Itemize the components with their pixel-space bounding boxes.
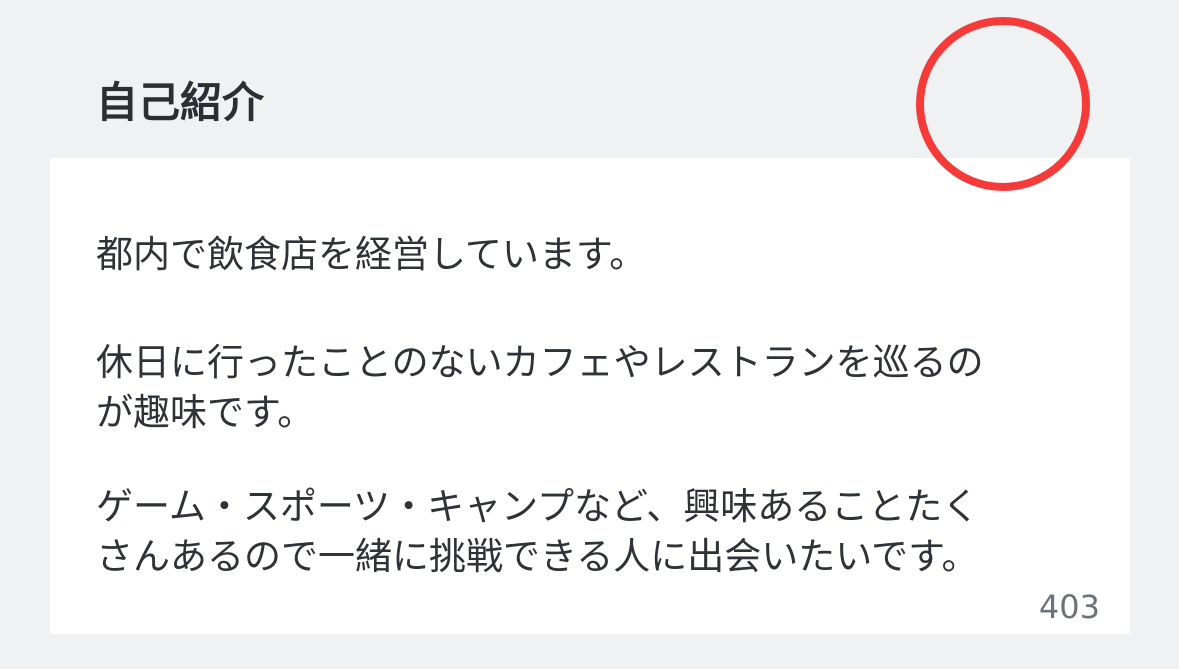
character-count: 403 [1038, 588, 1100, 626]
highlight-circle-annotation [916, 17, 1090, 191]
bio-paragraph-1: 都内で飲食店を経営しています。 [96, 233, 647, 276]
section-title: 自己紹介 [96, 78, 265, 127]
bio-paragraph-3: ゲーム・スポーツ・キャンプなど、興味あることたく さんあるので一緒に挑戦できる人… [96, 485, 980, 578]
bio-paragraph-2: 休日に行ったことのないカフェやレストランを巡るの が趣味です。 [96, 341, 984, 434]
bio-text-area[interactable]: 都内で飲食店を経営しています。 休日に行ったことのないカフェやレストランを巡るの… [50, 158, 1130, 634]
